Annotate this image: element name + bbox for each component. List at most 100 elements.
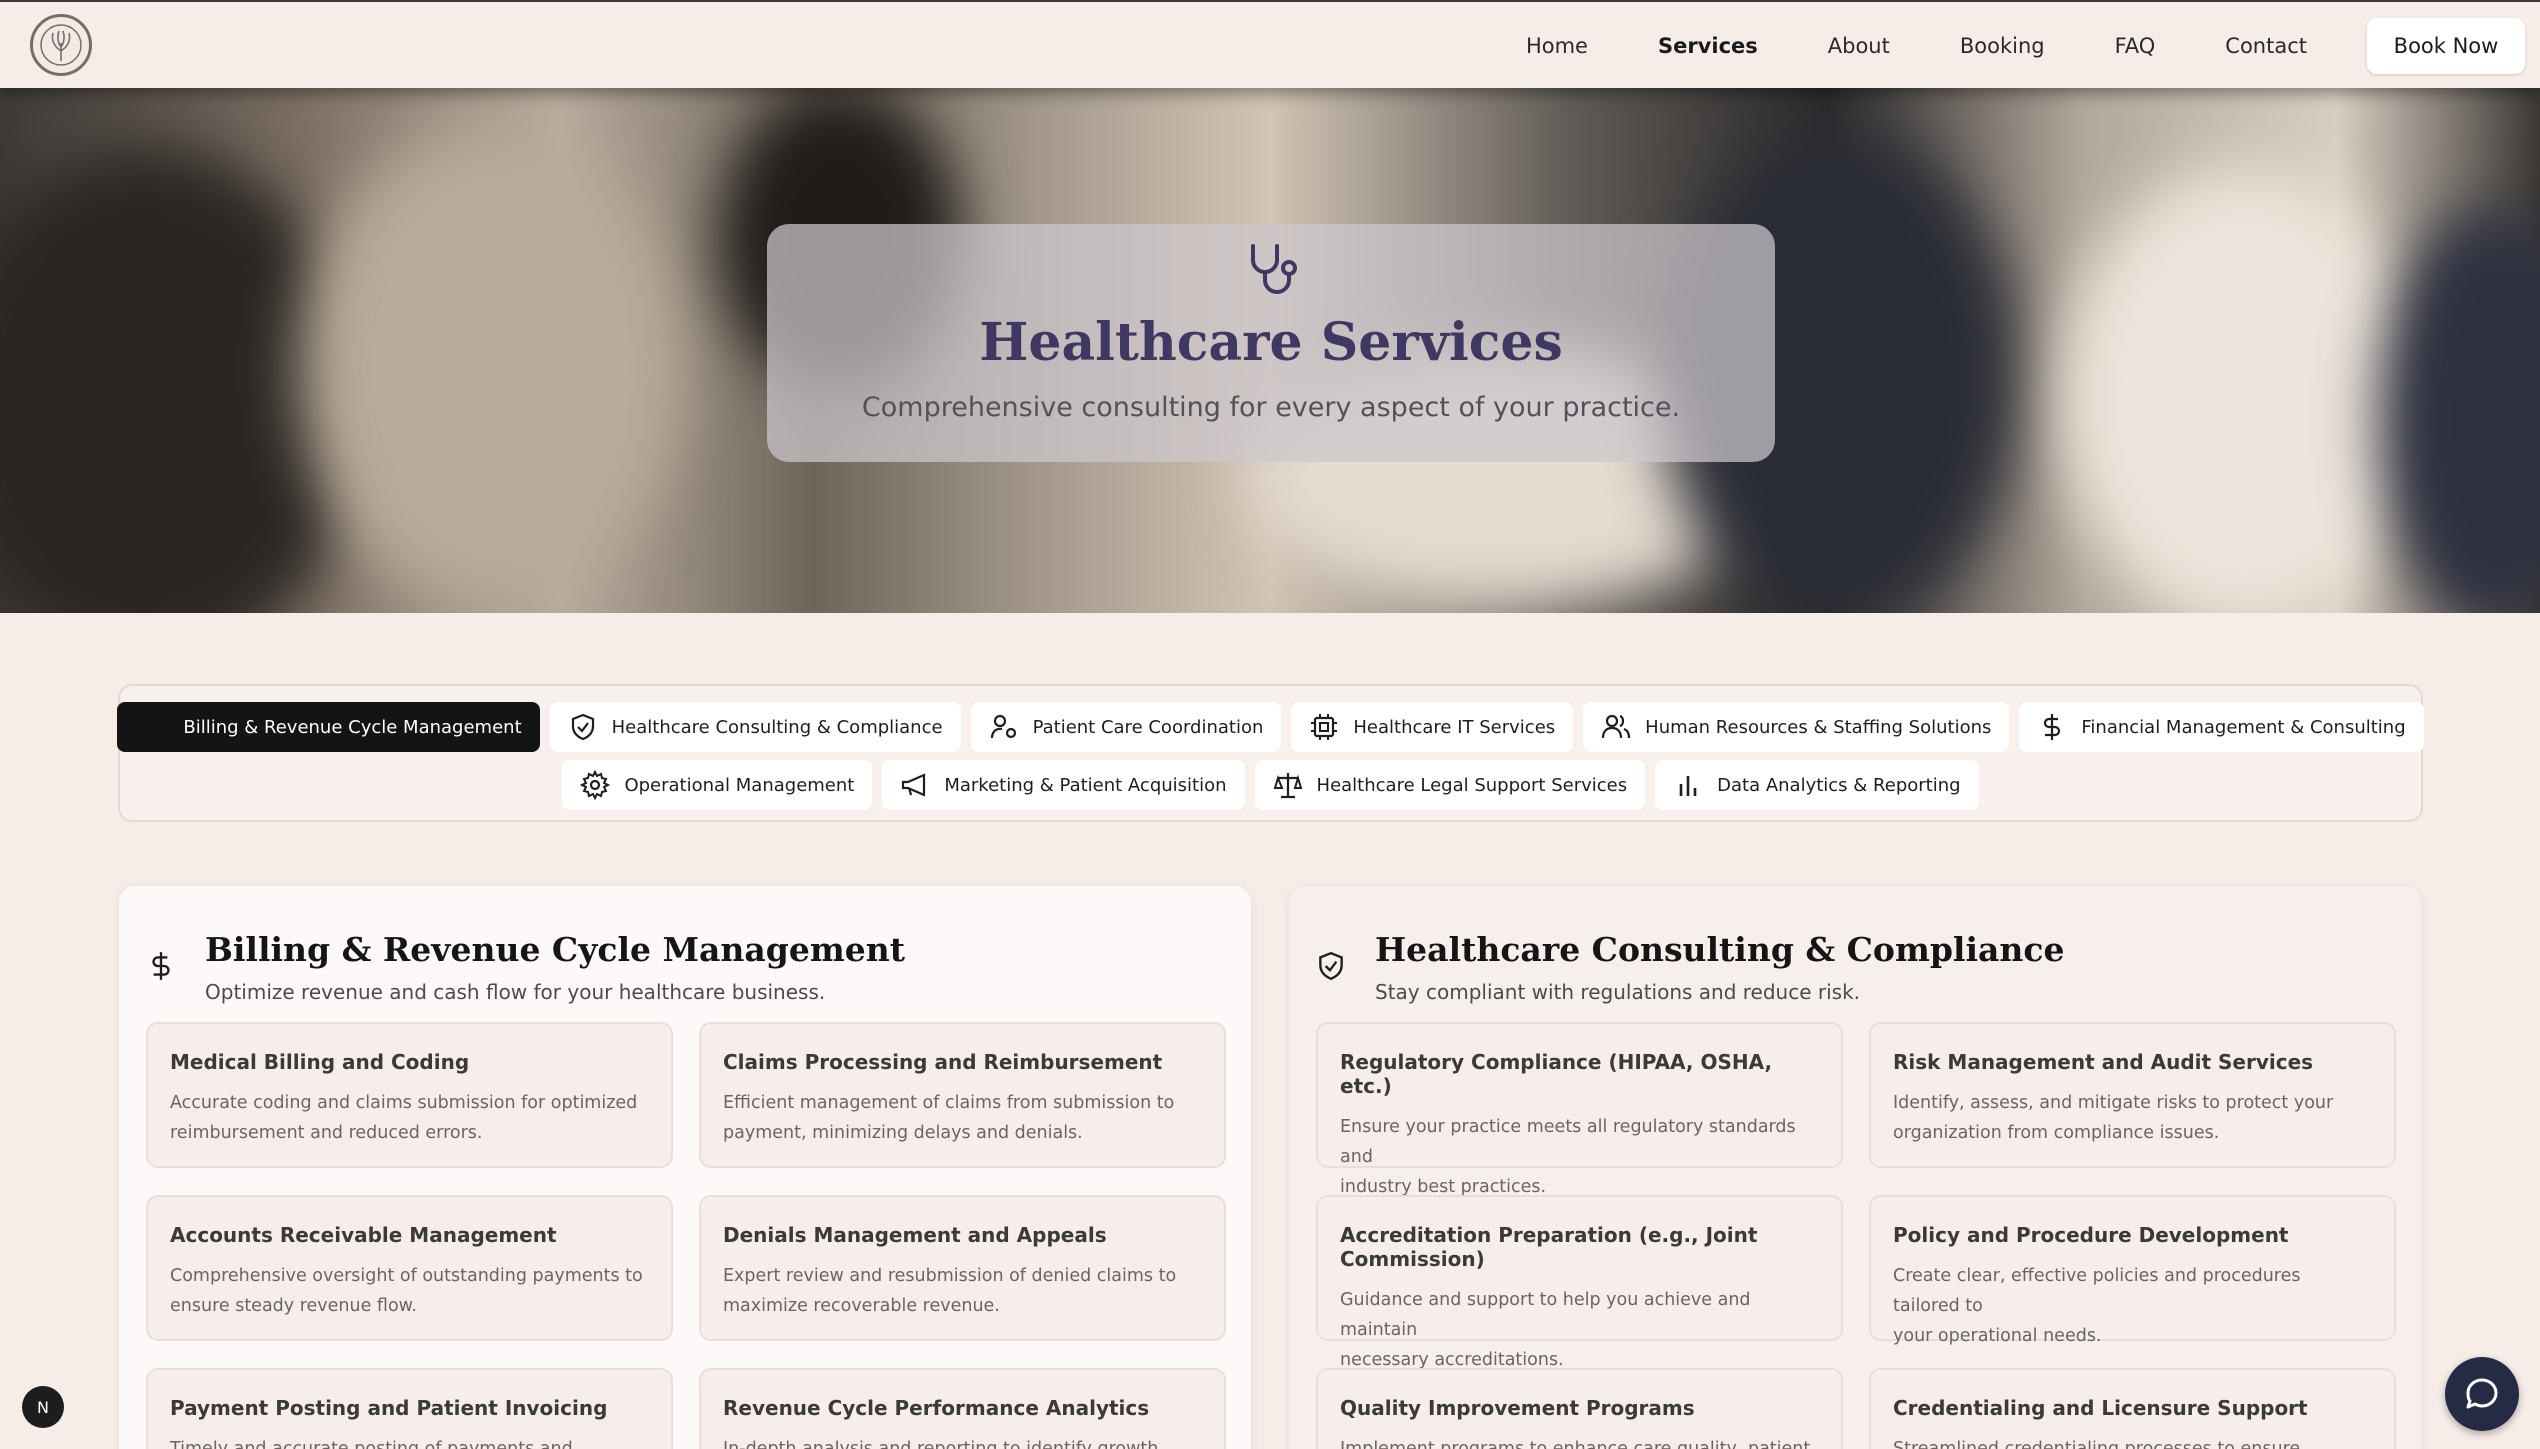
shield-check-icon	[1319, 951, 1343, 981]
card-desc-line: organization from compliance issues.	[1893, 1123, 2220, 1143]
card-desc-line: Implement programs to enhance care quali…	[1340, 1439, 1811, 1449]
user-cog-icon	[990, 714, 1016, 739]
tab-patient-care[interactable]: Patient Care Coordination	[970, 702, 1282, 752]
hero-subtitle: Comprehensive consulting for every aspec…	[861, 392, 1681, 423]
tab-label: Healthcare IT Services	[1353, 716, 1556, 738]
service-card[interactable]: Payment Posting and Patient Invoicing Ti…	[146, 1368, 673, 1449]
card-desc-line: Ensure your practice meets all regulator…	[1340, 1117, 1796, 1167]
service-card[interactable]: Quality Improvement Programs Implement p…	[1316, 1368, 1843, 1449]
tab-financial[interactable]: Financial Management & Consulting	[2019, 702, 2424, 752]
chat-icon	[2466, 1378, 2498, 1409]
tab-label: Marketing & Patient Acquisition	[944, 774, 1227, 796]
card-desc-line: Identify, assess, and mitigate risks to …	[1893, 1093, 2334, 1113]
section-subtitle: Stay compliant with regulations and redu…	[1375, 980, 1861, 1004]
dollar-icon	[152, 952, 170, 980]
tab-row: Operational Management Marketing & Patie…	[120, 760, 2421, 810]
service-card[interactable]: Accounts Receivable Management Comprehen…	[146, 1195, 673, 1341]
service-card[interactable]: Credentialing and Licensure Support Stre…	[1869, 1368, 2396, 1449]
card-title: Claims Processing and Reimbursement	[723, 1050, 1163, 1074]
tab-label: Operational Management	[624, 774, 855, 796]
hero-banner: Healthcare Services Comprehensive consul…	[0, 88, 2540, 613]
card-desc-line: maximize recoverable revenue.	[723, 1296, 1000, 1316]
card-desc: Efficient management of claims from subm…	[723, 1088, 1202, 1148]
hero-title: Healthcare Services	[979, 312, 1563, 373]
tab-label: Financial Management & Consulting	[2081, 716, 2406, 738]
hero-photo-shape	[2060, 168, 2420, 613]
card-desc: Create clear, effective policies and pro…	[1893, 1261, 2372, 1351]
card-desc-line: ensure steady revenue flow.	[170, 1296, 417, 1316]
cpu-icon	[1311, 714, 1338, 740]
card-desc: Identify, assess, and mitigate risks to …	[1893, 1088, 2372, 1148]
card-desc-line: Accurate coding and claims submission fo…	[170, 1093, 638, 1113]
book-now-button[interactable]: Book Now	[2367, 18, 2525, 74]
service-card[interactable]: Claims Processing and Reimbursement Effi…	[699, 1022, 1226, 1168]
bar-chart-icon	[1679, 776, 1697, 796]
nav-links: Home Services About Booking FAQ Contact …	[1491, 2, 2525, 90]
navbar: Home Services About Booking FAQ Contact …	[0, 0, 2540, 88]
tab-billing[interactable]: Billing & Revenue Cycle Management	[117, 702, 540, 752]
card-desc: Ensure your practice meets all regulator…	[1340, 1112, 1819, 1202]
card-desc-line: payment, minimizing delays and denials.	[723, 1123, 1083, 1143]
users-icon	[1602, 714, 1631, 739]
nav-faq[interactable]: FAQ	[2080, 34, 2191, 58]
card-title: Regulatory Compliance (HIPAA, OSHA, etc.…	[1340, 1050, 1773, 1098]
card-title: Revenue Cycle Performance Analytics	[723, 1396, 1150, 1420]
card-desc: Comprehensive oversight of outstanding p…	[170, 1261, 649, 1321]
nav-about[interactable]: About	[1793, 34, 1925, 58]
card-title: Accreditation Preparation (e.g., Joint C…	[1340, 1223, 1758, 1271]
card-desc-line: Efficient management of claims from subm…	[723, 1093, 1175, 1113]
card-desc: In-depth analysis and reporting to ident…	[723, 1434, 1202, 1449]
gear-icon	[580, 770, 611, 800]
card-desc: Implement programs to enhance care quali…	[1340, 1434, 1819, 1449]
tab-operational[interactable]: Operational Management	[562, 760, 873, 810]
tab-consulting-compliance[interactable]: Healthcare Consulting & Compliance	[549, 702, 961, 752]
hero-card: Healthcare Services Comprehensive consul…	[767, 224, 1775, 462]
service-card[interactable]: Accreditation Preparation (e.g., Joint C…	[1316, 1195, 1843, 1370]
tab-label: Data Analytics & Reporting	[1717, 774, 1961, 796]
service-card[interactable]: Denials Management and Appeals Expert re…	[699, 1195, 1226, 1341]
section-title: Healthcare Consulting & Compliance	[1375, 930, 2065, 969]
compliance-section: Healthcare Consulting & Compliance Stay …	[1289, 886, 2421, 1449]
tab-label: Billing & Revenue Cycle Management	[183, 716, 522, 738]
card-title: Credentialing and Licensure Support	[1893, 1396, 2308, 1420]
stethoscope-icon	[1251, 244, 1297, 294]
service-card[interactable]: Revenue Cycle Performance Analytics In-d…	[699, 1368, 1226, 1449]
service-card[interactable]: Medical Billing and Coding Accurate codi…	[146, 1022, 673, 1168]
card-desc-line: Expert review and resubmission of denied…	[723, 1266, 1177, 1286]
chat-button[interactable]	[2445, 1357, 2519, 1431]
logo[interactable]	[30, 14, 92, 76]
card-desc-line: Comprehensive oversight of outstanding p…	[170, 1266, 643, 1286]
card-desc: Streamlined credentialing processes to e…	[1893, 1434, 2372, 1449]
service-card[interactable]: Risk Management and Audit Services Ident…	[1869, 1022, 2396, 1168]
nav-services[interactable]: Services	[1623, 34, 1793, 58]
card-desc-line: In-depth analysis and reporting to ident…	[723, 1439, 1159, 1449]
tab-marketing[interactable]: Marketing & Patient Acquisition	[882, 760, 1245, 810]
nav-home[interactable]: Home	[1491, 34, 1623, 58]
billing-section: Billing & Revenue Cycle Management Optim…	[119, 886, 1251, 1449]
service-card[interactable]: Policy and Procedure Development Create …	[1869, 1195, 2396, 1346]
tree-logo-icon	[40, 24, 82, 66]
card-title: Policy and Procedure Development	[1893, 1223, 2289, 1247]
nav-contact[interactable]: Contact	[2190, 34, 2342, 58]
tab-data-analytics[interactable]: Data Analytics & Reporting	[1655, 760, 1979, 810]
card-desc-line: reimbursement and reduced errors.	[170, 1123, 483, 1143]
tab-healthcare-it[interactable]: Healthcare IT Services	[1291, 702, 1574, 752]
service-card[interactable]: Regulatory Compliance (HIPAA, OSHA, etc.…	[1316, 1022, 1843, 1197]
tab-legal[interactable]: Healthcare Legal Support Services	[1254, 760, 1646, 810]
card-desc: Expert review and resubmission of denied…	[723, 1261, 1202, 1321]
tab-row: Billing & Revenue Cycle Management Healt…	[117, 702, 2424, 752]
hero-photo-shape	[300, 128, 680, 608]
card-desc-line: Timely and accurate posting of payments …	[170, 1439, 573, 1449]
nav-booking[interactable]: Booking	[1925, 34, 2080, 58]
card-desc-line: your operational needs.	[1893, 1326, 2102, 1346]
card-desc: Accurate coding and claims submission fo…	[170, 1088, 649, 1148]
tab-label: Healthcare Legal Support Services	[1316, 774, 1628, 796]
service-tabs: Billing & Revenue Cycle Management Healt…	[117, 684, 2424, 822]
tab-hr-staffing[interactable]: Human Resources & Staffing Solutions	[1583, 702, 2010, 752]
card-title: Denials Management and Appeals	[723, 1223, 1107, 1247]
card-title: Quality Improvement Programs	[1340, 1396, 1695, 1420]
tab-label: Patient Care Coordination	[1032, 716, 1264, 738]
dev-badge[interactable]: N	[22, 1386, 64, 1428]
card-desc-line: Streamlined credentialing processes to e…	[1893, 1439, 2301, 1449]
card-title: Medical Billing and Coding	[170, 1050, 470, 1074]
